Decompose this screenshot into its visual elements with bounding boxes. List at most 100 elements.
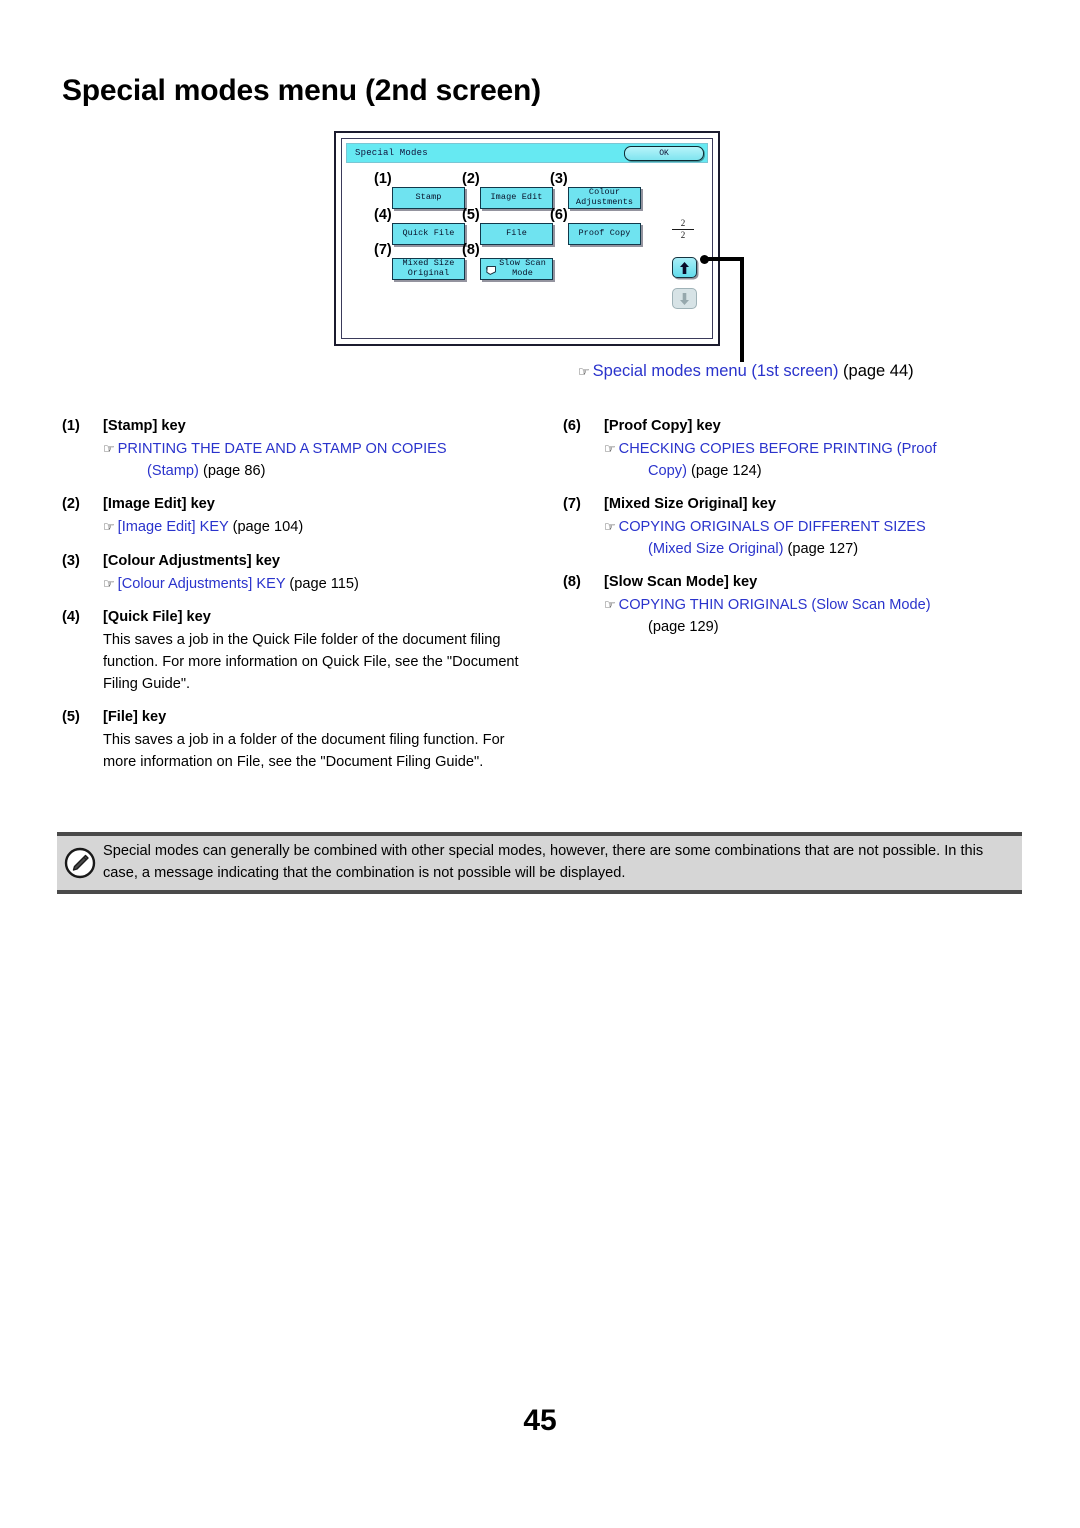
item-number: (8) xyxy=(563,574,581,591)
key-stamp[interactable]: Stamp xyxy=(392,187,465,209)
key-mixed-size-original[interactable]: Mixed Size Original xyxy=(392,258,465,280)
page-counter-current: 2 xyxy=(680,218,686,228)
pointing-hand-icon: ☞ xyxy=(604,442,616,457)
item-title: [Stamp] key xyxy=(103,418,186,434)
key-slow-scan-mode[interactable]: Slow Scan Mode xyxy=(480,258,553,280)
page-title: Special modes menu (2nd screen) xyxy=(62,74,541,107)
callout-5: (5) xyxy=(462,207,480,223)
item-number: (5) xyxy=(62,709,80,726)
reference-list-right: (6) [Proof Copy] key ☞ CHECKING COPIES BE… xyxy=(563,418,1023,653)
key-quick-file-label: Quick File xyxy=(402,228,455,239)
xref-link[interactable]: PRINTING THE DATE AND A STAMP ON COPIES xyxy=(118,441,447,457)
item-cross-reference[interactable]: ☞ [Colour Adjustments] KEY (page 115) xyxy=(103,574,532,596)
note-box: Special modes can generally be combined … xyxy=(57,832,1022,894)
item-heading: (6) [Proof Copy] key xyxy=(563,418,1023,434)
list-item: (8) [Slow Scan Mode] key ☞ COPYING THIN O… xyxy=(563,574,1023,638)
page-counter-total: 2 xyxy=(680,230,686,241)
xref-page: (page 104) xyxy=(228,519,304,536)
special-modes-screen-illustration: Special Modes OK Stamp Image Edit Colour… xyxy=(334,131,720,346)
item-cross-reference[interactable]: ☞ COPYING ORIGINALS OF DIFFERENT SIZES (M… xyxy=(604,517,1023,560)
paper-curl-icon xyxy=(486,266,496,275)
leader-line-vertical xyxy=(740,257,744,362)
pointing-hand-icon: ☞ xyxy=(578,365,590,380)
item-cross-reference[interactable]: ☞ PRINTING THE DATE AND A STAMP ON COPIES… xyxy=(103,439,532,482)
diagram-cross-reference[interactable]: ☞ Special modes menu (1st screen) (page 4… xyxy=(578,362,914,381)
item-number: (6) xyxy=(563,418,581,434)
key-mixed-size-original-label: Mixed Size Original xyxy=(402,258,455,278)
key-stamp-label: Stamp xyxy=(415,192,442,203)
xref-link[interactable]: COPYING THIN ORIGINALS (Slow Scan Mode) xyxy=(619,597,931,613)
list-item: (6) [Proof Copy] key ☞ CHECKING COPIES BE… xyxy=(563,418,1023,482)
item-heading: (1) [Stamp] key xyxy=(62,418,532,434)
callout-2: (2) xyxy=(462,171,480,187)
xref-page: (page 127) xyxy=(783,540,859,557)
item-heading: (7) [Mixed Size Original] key xyxy=(563,496,1023,512)
pencil-note-icon xyxy=(64,847,96,879)
xref-page: (page 115) xyxy=(285,575,359,592)
pointing-hand-icon: ☞ xyxy=(103,520,115,536)
screen-title-label: Special Modes xyxy=(355,148,428,158)
xref-link-continued[interactable]: Copy) xyxy=(648,463,687,479)
leader-dot xyxy=(700,255,709,264)
pointing-hand-icon: ☞ xyxy=(103,442,115,457)
callout-1: (1) xyxy=(374,171,392,187)
list-item: (1) [Stamp] key ☞ PRINTING THE DATE AND A… xyxy=(62,418,532,482)
key-image-edit-label: Image Edit xyxy=(490,192,543,203)
item-number: (1) xyxy=(62,418,80,434)
pointing-hand-icon: ☞ xyxy=(604,520,616,536)
ok-button[interactable]: OK xyxy=(624,146,704,161)
scroll-up-button[interactable] xyxy=(672,257,697,278)
leader-line-horizontal xyxy=(704,257,744,261)
item-description: This saves a job in a folder of the docu… xyxy=(103,732,505,770)
xref-link[interactable]: CHECKING COPIES BEFORE PRINTING (Proof xyxy=(619,441,937,457)
note-text: Special modes can generally be combined … xyxy=(103,843,984,881)
arrow-up-icon xyxy=(680,261,689,274)
xref-link[interactable]: COPYING ORIGINALS OF DIFFERENT SIZES xyxy=(619,519,926,535)
callout-8: (8) xyxy=(462,242,480,258)
list-item: (2) [Image Edit] key ☞ [Image Edit] KEY (… xyxy=(62,496,532,539)
key-file[interactable]: File xyxy=(480,223,553,245)
item-cross-reference[interactable]: ☞ COPYING THIN ORIGINALS (Slow Scan Mode)… xyxy=(604,595,1023,638)
diagram-xref-link[interactable]: Special modes menu (1st screen) xyxy=(593,362,839,380)
item-cross-reference[interactable]: ☞ CHECKING COPIES BEFORE PRINTING (Proof … xyxy=(604,439,1023,482)
screen-outer-frame: Special Modes OK Stamp Image Edit Colour… xyxy=(334,131,720,346)
item-title: [Mixed Size Original] key xyxy=(604,496,776,513)
item-number: (4) xyxy=(62,609,80,626)
item-number: (3) xyxy=(62,552,80,569)
xref-link[interactable]: [Colour Adjustments] KEY xyxy=(118,576,286,592)
key-image-edit[interactable]: Image Edit xyxy=(480,187,553,209)
xref-link-continued[interactable]: (Mixed Size Original) xyxy=(648,541,783,557)
item-heading: (5) [File] key xyxy=(62,709,532,725)
callout-3: (3) xyxy=(550,171,568,187)
xref-link[interactable]: [Image Edit] KEY xyxy=(118,519,229,535)
item-title: [Slow Scan Mode] key xyxy=(604,574,758,591)
screen-inner-frame: Special Modes OK Stamp Image Edit Colour… xyxy=(341,138,713,339)
xref-page: (page 86) xyxy=(198,462,266,479)
item-heading: (2) [Image Edit] key xyxy=(62,496,532,512)
key-quick-file[interactable]: Quick File xyxy=(392,223,465,245)
scroll-down-button[interactable] xyxy=(672,288,697,309)
reference-list-left: (1) [Stamp] key ☞ PRINTING THE DATE AND A… xyxy=(62,418,532,787)
pointing-hand-icon: ☞ xyxy=(103,576,115,592)
item-number: (7) xyxy=(563,496,581,513)
item-description: This saves a job in the Quick File folde… xyxy=(103,632,519,692)
item-number: (2) xyxy=(62,496,80,513)
item-heading: (4) [Quick File] key xyxy=(62,609,532,625)
key-proof-copy[interactable]: Proof Copy xyxy=(568,223,641,245)
list-item: (5) [File] key This saves a job in a fol… xyxy=(62,709,532,773)
note-icon-wrap xyxy=(57,847,103,879)
item-title: [Colour Adjustments] key xyxy=(103,552,281,569)
key-slow-scan-mode-label: Slow Scan Mode xyxy=(499,258,546,278)
arrow-down-icon xyxy=(680,292,689,305)
key-proof-copy-label: Proof Copy xyxy=(578,228,631,239)
diagram-xref-page: (page 44) xyxy=(838,362,914,380)
item-heading: (3) [Colour Adjustments] key xyxy=(62,553,532,569)
callout-7: (7) xyxy=(374,242,392,258)
xref-link-continued[interactable]: (Stamp) xyxy=(147,463,199,479)
key-file-label: File xyxy=(506,228,527,239)
item-cross-reference[interactable]: ☞ [Image Edit] KEY (page 104) xyxy=(103,517,532,539)
key-colour-adjustments[interactable]: Colour Adjustments xyxy=(568,187,641,209)
list-item: (7) [Mixed Size Original] key ☞ COPYING O… xyxy=(563,496,1023,560)
key-colour-adjustments-label: Colour Adjustments xyxy=(575,187,634,207)
list-item: (3) [Colour Adjustments] key ☞ [Colour Ad… xyxy=(62,553,532,596)
